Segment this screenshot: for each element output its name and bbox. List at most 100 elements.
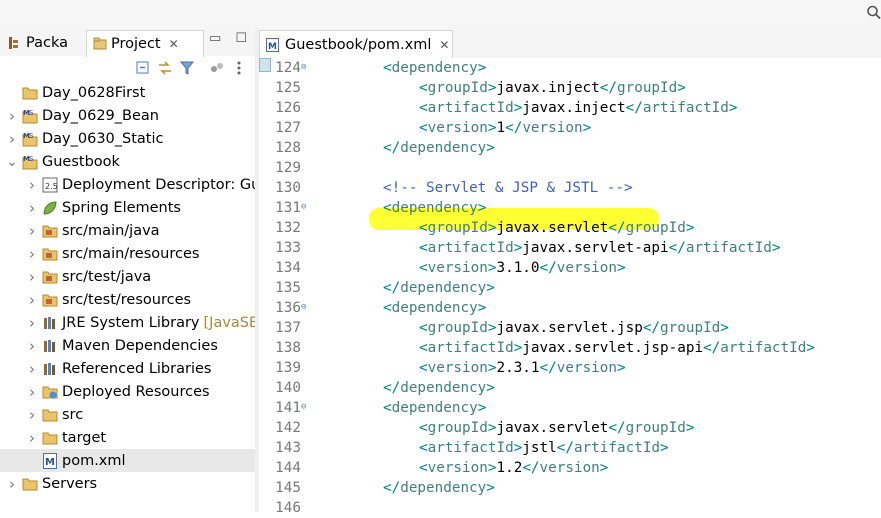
chevron-right-icon[interactable]: › xyxy=(26,199,38,217)
fold-toggle-icon[interactable]: ⊖ xyxy=(301,202,306,212)
tree-item[interactable]: › Referenced Libraries xyxy=(0,357,255,380)
xml-close-tag: artifactId xyxy=(642,100,729,116)
tree-item[interactable]: › target xyxy=(0,426,255,449)
svg-text:M: M xyxy=(268,42,277,52)
tree-item[interactable]: › M S Day_0630_Static xyxy=(0,127,255,150)
chevron-right-icon[interactable]: › xyxy=(6,130,18,148)
chevron-right-icon[interactable]: › xyxy=(6,475,18,493)
code-text: </dependency> xyxy=(383,280,495,296)
chevron-right-icon[interactable]: › xyxy=(26,291,38,309)
close-icon[interactable]: ✕ xyxy=(169,37,179,51)
xml-text-value: javax.inject xyxy=(496,80,600,96)
line-number: 143 xyxy=(275,440,301,456)
collapse-all-icon[interactable] xyxy=(135,60,151,76)
chevron-right-icon[interactable]: › xyxy=(26,429,38,447)
line-number: 127 xyxy=(275,120,301,136)
options-icon[interactable] xyxy=(209,60,225,76)
search-icon[interactable] xyxy=(866,4,881,22)
fold-toggle-icon[interactable]: ⊖ xyxy=(301,302,306,312)
chevron-right-icon[interactable]: › xyxy=(26,360,38,378)
xml-close-tag: artifactId xyxy=(685,240,772,256)
chevron-right-icon[interactable]: › xyxy=(26,314,38,332)
tree-item[interactable]: › src/test/java xyxy=(0,265,255,288)
line-number: 139 xyxy=(275,360,301,376)
chevron-down-icon[interactable]: ⌄ xyxy=(6,154,18,170)
tree-item[interactable]: › src xyxy=(0,403,255,426)
xml-close-tag: dependency xyxy=(400,140,487,156)
tree-item[interactable]: › src/main/resources xyxy=(0,242,255,265)
project-explorer-panel: Packa Project ✕ ▭ ☐ Day_0628First › M S Day_0… xyxy=(0,28,255,512)
xml-close-tag: dependency xyxy=(400,380,487,396)
filter-icon[interactable] xyxy=(179,60,195,76)
line-number: 140 xyxy=(275,380,301,396)
code-line: 133 <artifactId>javax.servlet-api</artifa… xyxy=(259,238,881,258)
tree-item[interactable]: › src/test/resources xyxy=(0,288,255,311)
chevron-right-icon[interactable]: › xyxy=(26,337,38,355)
fold-toggle-icon[interactable]: ⊖ xyxy=(301,402,306,412)
tree-item-label: JRE System Library xyxy=(62,314,200,331)
code-line: 125 <groupId>javax.inject</groupId> xyxy=(259,78,881,98)
deployed-resources-icon xyxy=(42,384,58,400)
code-line: 134 <version>3.1.0</version> xyxy=(259,258,881,278)
xml-text-value: javax.servlet.jsp-api xyxy=(522,340,704,356)
maven-pom-icon: M xyxy=(266,38,279,52)
line-number: 145 xyxy=(275,480,301,496)
line-number: 138 xyxy=(275,340,301,356)
tree-item[interactable]: Mpom.xml xyxy=(0,449,255,472)
code-line: 126 <artifactId>javax.inject</artifactId> xyxy=(259,98,881,118)
xml-editor[interactable]: 124 ⊖ <dependency> 125 <groupId>javax.inject… xyxy=(259,58,881,516)
chevron-right-icon[interactable]: › xyxy=(26,245,38,263)
code-text: <artifactId>javax.servlet-api</artifactI… xyxy=(419,240,781,256)
tree-item[interactable]: › src/main/java xyxy=(0,219,255,242)
tab-project-explorer[interactable]: Project ✕ xyxy=(86,30,204,57)
code-line: 140 </dependency> xyxy=(259,378,881,398)
tree-item[interactable]: › Spring Elements xyxy=(0,196,255,219)
explorer-toolbar xyxy=(0,57,255,79)
tree-item-label: Day_0630_Static xyxy=(42,130,164,147)
code-text: <groupId>javax.inject</groupId> xyxy=(419,80,686,96)
xml-comment: <!-- Servlet & JSP & JSTL --> xyxy=(383,180,633,196)
tree-item[interactable]: › Servers xyxy=(0,472,255,495)
xml-close-tag: groupId xyxy=(625,420,686,436)
chevron-right-icon[interactable]: › xyxy=(26,268,38,286)
xml-open-tag: dependency xyxy=(391,200,478,216)
editor-tabs: M Guestbook/pom.xml ✕ xyxy=(259,28,881,59)
maven-project-icon: MS xyxy=(22,154,38,170)
tab-pom-xml[interactable]: M Guestbook/pom.xml ✕ xyxy=(259,30,453,59)
minimize-icon[interactable]: ▭ xyxy=(209,31,221,46)
close-icon[interactable]: ✕ xyxy=(439,38,449,52)
tree-item[interactable]: › Deployed Resources xyxy=(0,380,255,403)
svg-text:S: S xyxy=(29,132,34,140)
code-text: <dependency> xyxy=(383,400,487,416)
line-number: 142 xyxy=(275,420,301,436)
fold-toggle-icon[interactable]: ⊖ xyxy=(301,62,306,72)
maximize-icon[interactable]: ☐ xyxy=(235,31,247,46)
chevron-right-icon[interactable]: › xyxy=(6,107,18,125)
tab-package-explorer[interactable]: Packa xyxy=(4,30,84,56)
tree-item[interactable]: ⌄ M S Guestbook xyxy=(0,150,255,173)
link-editor-icon[interactable] xyxy=(157,60,173,76)
tree-item[interactable]: › JRE System Library[JavaSE-1 xyxy=(0,311,255,334)
chevron-right-icon[interactable]: › xyxy=(26,406,38,424)
code-text: </dependency> xyxy=(383,140,495,156)
xml-close-tag: groupId xyxy=(617,80,678,96)
chevron-right-icon[interactable]: › xyxy=(26,383,38,401)
chevron-right-icon[interactable]: › xyxy=(26,222,38,240)
line-number: 126 xyxy=(275,100,301,116)
line-number: 137 xyxy=(275,320,301,336)
code-text: <version>2.3.1</version> xyxy=(419,360,626,376)
tree-item[interactable]: › 2.5 Deployment Descriptor: Gue xyxy=(0,173,255,196)
project-explorer-icon xyxy=(93,37,107,51)
xml-open-tag: version xyxy=(427,120,488,136)
chevron-right-icon[interactable]: › xyxy=(26,176,38,194)
tree-item[interactable]: Day_0628First xyxy=(0,81,255,104)
xml-open-tag: dependency xyxy=(391,400,478,416)
tree-item-label: pom.xml xyxy=(62,452,126,469)
line-number: 135 xyxy=(275,280,301,296)
tree-item[interactable]: › M S Day_0629_Bean xyxy=(0,104,255,127)
xml-text-value: javax.servlet xyxy=(496,420,609,436)
view-menu-icon[interactable] xyxy=(231,60,247,76)
xml-close-tag: version xyxy=(539,460,600,476)
tree-item[interactable]: › Maven Dependencies xyxy=(0,334,255,357)
tree-item-label: Maven Dependencies xyxy=(62,337,218,354)
